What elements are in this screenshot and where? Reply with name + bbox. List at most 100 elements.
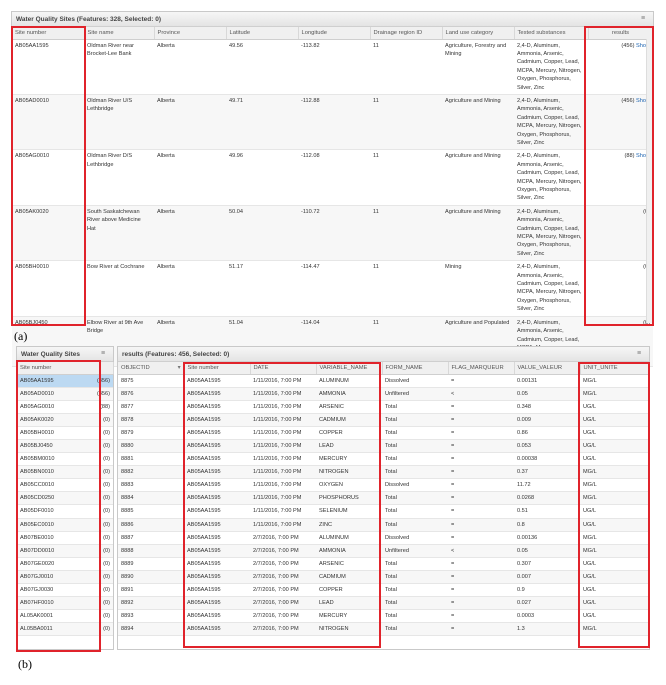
panel-b-left-titlebar: Water Quality Sites ≡ <box>17 347 113 362</box>
cell-result-count: (0) <box>81 504 114 519</box>
table-row[interactable]: 8887 AB05AA1595 2/7/2016, 7:00 PM ALUMINUM D… <box>118 531 649 545</box>
table-cell: MG/L <box>580 491 649 506</box>
site-list-row[interactable]: AL05AK0001 (0) <box>17 609 114 624</box>
cell-site-number: AB05BH0010 <box>17 426 81 440</box>
column-header[interactable]: Site number <box>12 27 85 40</box>
site-list-row[interactable]: AB05DF0010 (0) <box>17 504 114 519</box>
column-header[interactable]: Latitude <box>226 27 299 40</box>
site-list-row[interactable]: AB07DD0010 (0) <box>17 544 114 558</box>
menu-icon[interactable]: ≡ <box>637 350 643 357</box>
column-header[interactable]: Drainage region ID <box>370 27 443 40</box>
column-header[interactable]: Tested substances <box>514 27 589 40</box>
table-row[interactable]: AB05AG0010 Oldman River D/S Lethbridge Alb… <box>12 149 653 206</box>
table-cell: AB05AA1595 <box>184 439 250 454</box>
site-list-row[interactable]: AB05BH0010 (0) <box>17 426 114 440</box>
table-cell: 8887 <box>118 531 184 545</box>
table-cell: Total <box>382 518 448 532</box>
table-cell: 8878 <box>118 413 184 427</box>
column-header[interactable]: OBJECTID ▾ <box>118 362 185 375</box>
table-cell: UG/L <box>580 609 649 624</box>
site-list-row[interactable]: AB05AD0010 (456) <box>17 387 114 401</box>
table-row[interactable]: 8883 AB05AA1595 1/11/2016, 7:00 PM OXYGEN Di… <box>118 478 649 493</box>
table-row[interactable]: 8878 AB05AA1595 1/11/2016, 7:00 PM CADMIUM T… <box>118 413 649 427</box>
site-list-row[interactable]: AB07BE0010 (0) <box>17 531 114 545</box>
column-header[interactable]: Site number <box>184 362 251 375</box>
table-row[interactable]: 8886 AB05AA1595 1/11/2016, 7:00 PM ZINC Tota… <box>118 518 649 532</box>
menu-icon[interactable]: ≡ <box>101 350 107 357</box>
table-cell: = <box>448 413 514 427</box>
table-row[interactable]: 8885 AB05AA1595 1/11/2016, 7:00 PM SELENIUM… <box>118 504 649 519</box>
table-row[interactable]: 8877 AB05AA1595 1/11/2016, 7:00 PM ARSENIC T… <box>118 400 649 414</box>
cell-site: AB05AA1595 <box>12 39 84 95</box>
sort-arrow-icon[interactable]: ▾ <box>178 365 181 371</box>
table-row[interactable]: 8879 AB05AA1595 1/11/2016, 7:00 PM COPPER To… <box>118 426 649 440</box>
menu-icon[interactable]: ≡ <box>641 15 647 22</box>
table-row[interactable]: 8880 AB05AA1595 1/11/2016, 7:00 PM LEAD Tota… <box>118 439 649 454</box>
table-cell: LEAD <box>316 596 382 611</box>
site-list-row[interactable]: AB05CD0250 (0) <box>17 491 114 506</box>
cell-subs: 2,4-D, Aluminum, Ammonia, Arsenic, Cadmi… <box>514 205 588 262</box>
panel-a-scrollbar[interactable] <box>646 39 653 323</box>
site-list-row[interactable]: AB07GE0020 (0) <box>17 557 114 571</box>
column-header[interactable]: Site name <box>84 27 155 40</box>
cell-lon: -110.72 <box>298 205 370 262</box>
cell-result-count: (456) <box>81 374 114 388</box>
column-header[interactable]: FLAG_MARQUEUR <box>448 362 515 375</box>
site-list-row[interactable]: AB07GJ0030 (0) <box>17 583 114 598</box>
table-cell: 1/11/2016, 7:00 PM <box>250 413 316 427</box>
table-cell: Total <box>382 452 448 467</box>
table-cell: ARSENIC <box>316 557 382 571</box>
table-cell: 8886 <box>118 518 184 532</box>
table-row[interactable]: 8882 AB05AA1595 1/11/2016, 7:00 PM NITROGEN… <box>118 465 649 480</box>
table-row[interactable]: 8890 AB05AA1595 2/7/2016, 7:00 PM CADMIUM To… <box>118 570 649 585</box>
site-list-row[interactable]: AB05EC0010 (0) <box>17 518 114 532</box>
table-row[interactable]: AB05BH0010 Bow River at Cochrane Alberta 51… <box>12 260 653 317</box>
table-cell: 1/11/2016, 7:00 PM <box>250 478 316 493</box>
site-list-row[interactable]: AB05AK0020 (0) <box>17 413 114 427</box>
table-row[interactable]: 8894 AB05AA1595 2/7/2016, 7:00 PM NITROGEN T… <box>118 622 649 637</box>
table-row[interactable]: AB05AD0010 Oldman River U/S Lethbridge Alb… <box>12 94 653 151</box>
table-cell: 0.007 <box>514 570 580 585</box>
table-row[interactable]: 8884 AB05AA1595 1/11/2016, 7:00 PM PHOSPHOR… <box>118 491 649 506</box>
column-header[interactable]: FORM_NAME <box>382 362 449 375</box>
cell-site: AB05AG0010 <box>12 149 84 206</box>
table-cell: 2/7/2016, 7:00 PM <box>250 622 316 637</box>
column-header[interactable]: DATE <box>250 362 317 375</box>
site-list-row[interactable]: AB05BN0010 (0) <box>17 465 114 480</box>
column-header[interactable]: Land use category <box>442 27 515 40</box>
site-list-row[interactable]: AB05BJ0450 (0) <box>17 439 114 454</box>
table-row[interactable]: 8881 AB05AA1595 1/11/2016, 7:00 PM MERCURY T… <box>118 452 649 467</box>
table-row[interactable]: 8876 AB05AA1595 1/11/2016, 7:00 PM AMMONIA U… <box>118 387 649 401</box>
table-row[interactable]: 8875 AB05AA1595 1/11/2016, 7:00 PM ALUMINUM… <box>118 374 649 388</box>
table-row[interactable]: 8889 AB05AA1595 2/7/2016, 7:00 PM ARSENIC To… <box>118 557 649 571</box>
site-list-row[interactable]: AB05AA1595 (456) <box>17 374 114 388</box>
column-header[interactable]: Longitude <box>298 27 371 40</box>
column-header[interactable]: UNIT_UNITE <box>580 362 650 375</box>
table-cell: 0.348 <box>514 400 580 414</box>
table-cell: MG/L <box>580 374 649 388</box>
table-row[interactable]: 8888 AB05AA1595 2/7/2016, 7:00 PM AMMONIA Un… <box>118 544 649 558</box>
table-cell: 2/7/2016, 7:00 PM <box>250 531 316 545</box>
table-cell: 0.027 <box>514 596 580 611</box>
table-row[interactable]: 8891 AB05AA1595 2/7/2016, 7:00 PM COPPER Tot… <box>118 583 649 598</box>
column-header[interactable]: Province <box>154 27 227 40</box>
site-list-row[interactable]: AB05BM0010 (0) <box>17 452 114 467</box>
column-header[interactable]: results <box>588 27 654 40</box>
table-row[interactable]: AB05AA1595 Oldman River near Brocket-Lee … <box>12 39 653 95</box>
site-list-row[interactable]: AB05CC0010 (0) <box>17 478 114 493</box>
site-list-row[interactable]: AL05BA0011 (0) <box>17 622 114 637</box>
site-list-row[interactable]: AB05AG0010 (88) <box>17 400 114 414</box>
table-row[interactable]: 8892 AB05AA1595 2/7/2016, 7:00 PM LEAD Total… <box>118 596 649 611</box>
cell-site-number: AB07GJ0010 <box>17 570 81 585</box>
column-header[interactable]: VARIABLE_NAME <box>316 362 383 375</box>
site-list-row[interactable]: AB07GJ0010 (0) <box>17 570 114 585</box>
site-list-row[interactable]: AB07HF0010 (0) <box>17 596 114 611</box>
table-cell: 2/7/2016, 7:00 PM <box>250 544 316 558</box>
cell-result-count: (0) <box>81 583 114 598</box>
column-header-label: DATE <box>253 364 269 371</box>
column-header[interactable]: VALUE_VALEUR <box>514 362 581 375</box>
column-header-site-number[interactable]: Site number <box>17 362 114 375</box>
table-row[interactable]: AB05AK0020 South Saskatchewan River above… <box>12 205 653 262</box>
table-row[interactable]: 8893 AB05AA1595 2/7/2016, 7:00 PM MERCURY To… <box>118 609 649 624</box>
table-cell: Total <box>382 465 448 480</box>
